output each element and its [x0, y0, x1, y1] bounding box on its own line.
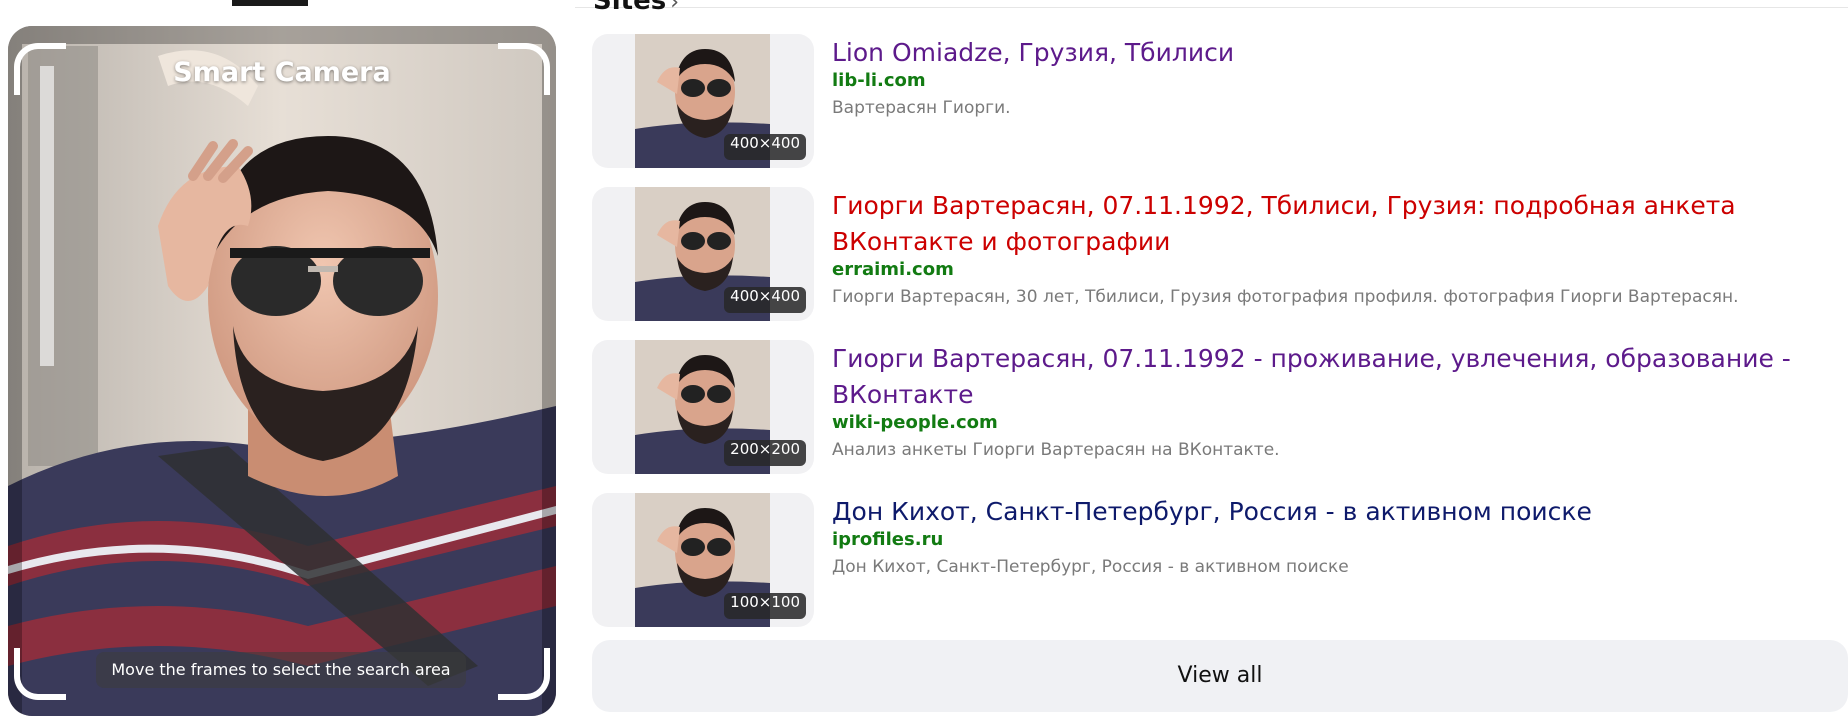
sites-heading-label: Sites — [593, 0, 667, 16]
result-snippet: Гиорги Вартерасян, 30 лет, Тбилиси, Груз… — [832, 287, 1739, 307]
result-text: Дон Кихот, Санкт-Петербург, Россия - в а… — [832, 493, 1848, 580]
image-size-badge: 100×100 — [724, 593, 806, 619]
frame-mask-left — [8, 26, 22, 716]
sites-heading[interactable]: Sites › — [593, 0, 679, 16]
image-size-badge: 400×400 — [724, 134, 806, 160]
result-snippet: Вартерасян Гиорги. — [832, 98, 1011, 118]
result-domain-link[interactable]: wiki-people.com — [832, 410, 1848, 436]
list-item: 400×400 Lion Omiadze, Грузия, Тбилиси li… — [592, 34, 1848, 168]
list-item: 200×200 Гиорги Вартерасян, 07.11.1992 - … — [592, 340, 1848, 474]
result-title-link[interactable]: Дон Кихот, Санкт-Петербург, Россия - в а… — [832, 494, 1848, 530]
result-title-link[interactable]: Гиорги Вартерасян, 07.11.1992, Тбилиси, … — [832, 188, 1848, 260]
list-item: 100×100 Дон Кихот, Санкт-Петербург, Росс… — [592, 493, 1848, 627]
crop-frame-handle-bottom-left[interactable] — [14, 648, 66, 700]
image-size-badge: 200×200 — [724, 440, 806, 466]
result-snippet: Анализ анкеты Гиорги Вартерасян на ВКонт… — [832, 440, 1280, 460]
view-all-button[interactable]: View all — [592, 640, 1848, 712]
result-domain-link[interactable]: lib-li.com — [832, 68, 1848, 94]
result-thumbnail[interactable]: 400×400 — [592, 187, 814, 321]
query-photo — [8, 26, 556, 716]
result-title-link[interactable]: Гиорги Вартерасян, 07.11.1992 - проживан… — [832, 341, 1848, 413]
list-item: 400×400 Гиорги Вартерасян, 07.11.1992, Т… — [592, 187, 1848, 321]
result-text: Гиорги Вартерасян, 07.11.1992 - проживан… — [832, 340, 1848, 463]
result-snippet: Дон Кихот, Санкт-Петербург, Россия - в а… — [832, 557, 1349, 577]
crop-frame-handle-bottom-right[interactable] — [498, 648, 550, 700]
frame-mask-right — [542, 26, 556, 716]
smart-camera-title: Smart Camera — [173, 57, 391, 88]
result-title-link[interactable]: Lion Omiadze, Грузия, Тбилиси — [832, 35, 1848, 71]
active-tab-indicator — [232, 0, 308, 6]
smart-camera-panel[interactable]: Smart Camera Move the frames to select t… — [8, 26, 556, 716]
chevron-right-icon: › — [670, 0, 679, 15]
result-text: Гиорги Вартерасян, 07.11.1992, Тбилиси, … — [832, 187, 1848, 310]
image-size-badge: 400×400 — [724, 287, 806, 313]
result-domain-link[interactable]: erraimi.com — [832, 257, 1848, 283]
crop-hint: Move the frames to select the search are… — [96, 652, 466, 688]
result-domain-link[interactable]: iprofiles.ru — [832, 527, 1848, 553]
result-thumbnail[interactable]: 200×200 — [592, 340, 814, 474]
result-thumbnail[interactable]: 100×100 — [592, 493, 814, 627]
top-divider — [575, 7, 1848, 8]
result-thumbnail[interactable]: 400×400 — [592, 34, 814, 168]
frame-mask-top — [22, 26, 542, 44]
result-text: Lion Omiadze, Грузия, Тбилиси lib-li.com… — [832, 34, 1848, 121]
